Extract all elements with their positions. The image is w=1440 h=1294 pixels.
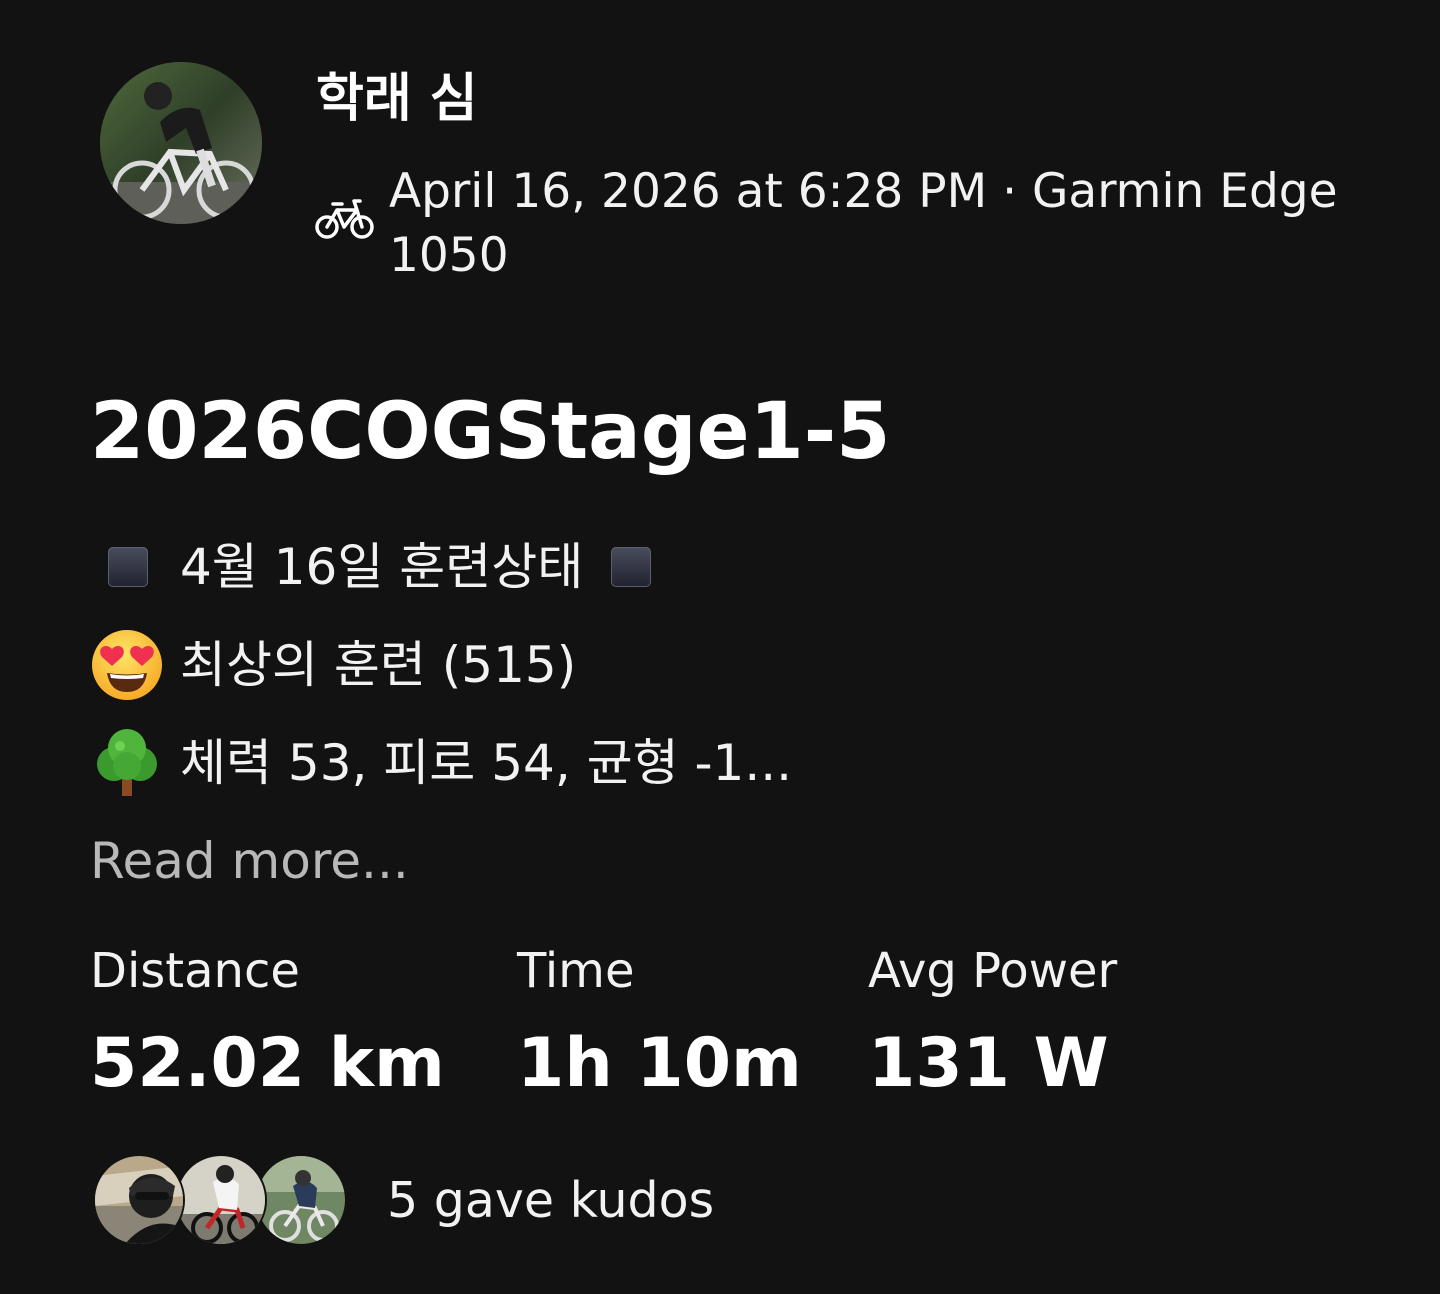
description-text-2: 최상의 훈련 (515)	[180, 636, 577, 694]
heart-eyes-emoji-icon	[92, 630, 162, 700]
kudos-avatar-3[interactable]	[255, 1154, 347, 1246]
activity-meta: April 16, 2026 at 6:28 PM · Garmin Edge …	[389, 164, 1338, 283]
description-line-1: 4월 16일 훈련상태	[90, 518, 1190, 616]
tree-emoji-icon	[97, 729, 157, 796]
description-text-1: 4월 16일 훈련상태	[180, 538, 584, 596]
black-square-icon	[611, 547, 652, 587]
athlete-name[interactable]: 학래 심	[316, 64, 478, 134]
stat-value: 52.02 km	[90, 1024, 445, 1103]
avatar-photo-icon	[257, 1156, 345, 1244]
stat-value: 1h 10m	[517, 1024, 802, 1103]
description-text-3: 체력 53, 피로 54, 균형 -1...	[180, 734, 793, 792]
activity-description: 4월 16일 훈련상태 최상의 훈련 (515) 체력 53, 피로 54, 균…	[90, 518, 1190, 812]
avatar-photo-icon	[95, 1156, 183, 1244]
black-square-icon	[108, 547, 148, 587]
bike-icon	[315, 199, 374, 239]
kudos-avatar-2[interactable]	[175, 1154, 267, 1246]
avatar-photo-icon	[177, 1156, 265, 1244]
kudos-avatars[interactable]	[93, 1154, 347, 1246]
kudos-avatar-1[interactable]	[93, 1154, 185, 1246]
stat-value: 131 W	[868, 1024, 1109, 1103]
stat-distance: Distance 52.02 km	[90, 938, 445, 1124]
kudos-count[interactable]: 5 gave kudos	[387, 1168, 714, 1234]
stat-label: Avg Power	[868, 943, 1118, 999]
cyclist-photo-icon	[100, 62, 262, 224]
description-line-2: 최상의 훈련 (515)	[90, 616, 1190, 714]
stat-time: Time 1h 10m	[517, 938, 802, 1124]
description-line-3: 체력 53, 피로 54, 균형 -1...	[90, 714, 1190, 812]
stat-avg-power: Avg Power 131 W	[868, 938, 1117, 1124]
athlete-avatar[interactable]	[100, 62, 262, 224]
activity-title[interactable]: 2026COGStage1-5	[90, 382, 890, 482]
stat-label: Time	[517, 943, 635, 999]
stat-label: Distance	[90, 943, 300, 999]
read-more-link[interactable]: Read more...	[90, 826, 409, 896]
